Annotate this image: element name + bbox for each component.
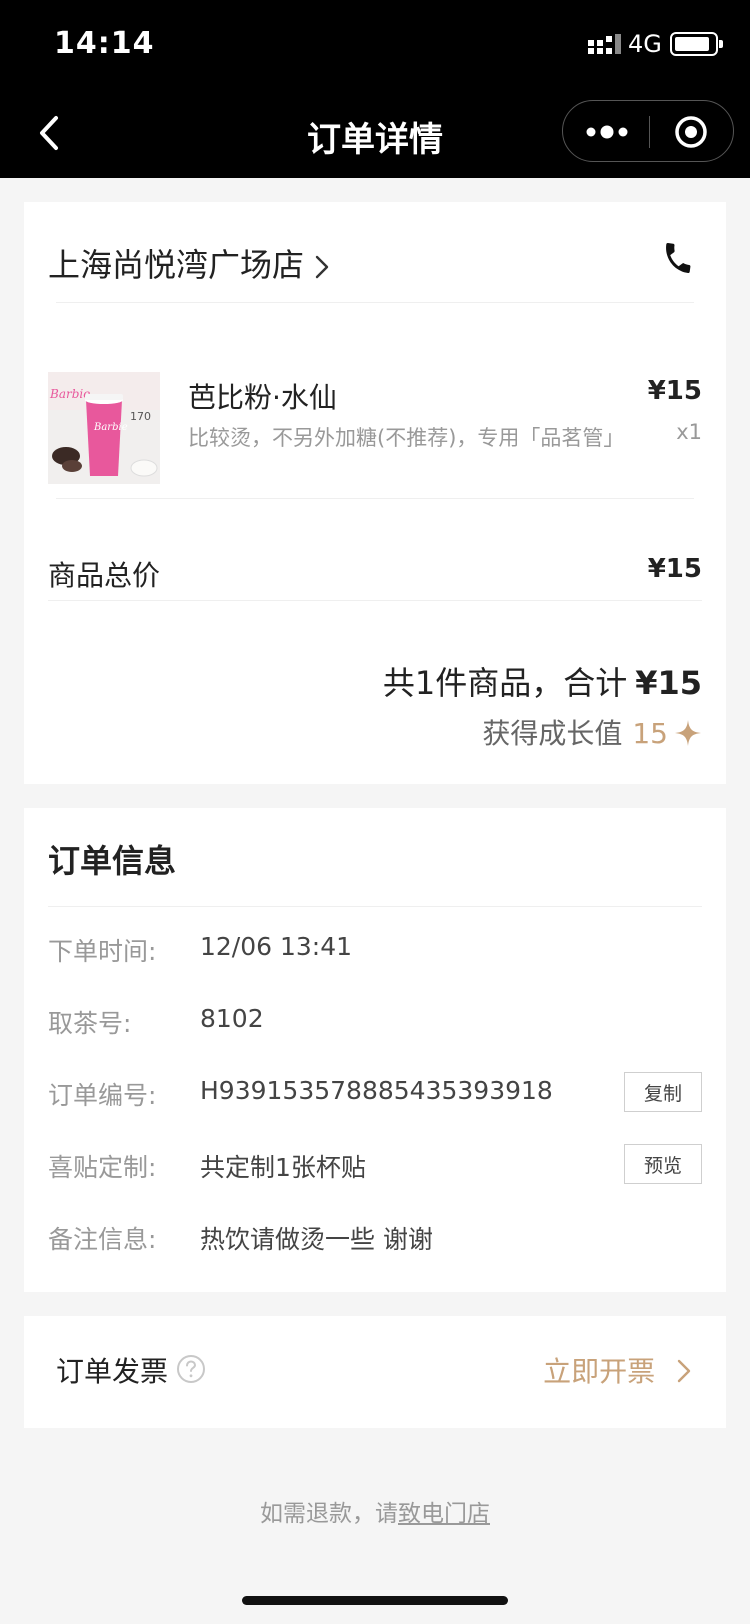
order-number-label: 订单编号: <box>48 1081 157 1110</box>
divider <box>56 302 694 303</box>
divider <box>56 498 694 499</box>
order-number-value: H939153578885435393918 <box>200 1076 553 1105</box>
battery-level <box>675 37 710 51</box>
home-indicator <box>242 1596 508 1605</box>
subtotal-label: 商品总价 <box>48 559 161 592</box>
info-row-order-time: 下单时间: 12/06 13:41 <box>48 922 702 972</box>
preview-button[interactable]: 预览 <box>624 1144 702 1184</box>
growth-value: 15 <box>632 717 668 750</box>
order-total-prefix: 共1件商品，合计 <box>382 664 628 702</box>
capsule-divider <box>649 116 650 148</box>
info-row-cup-sticker: 喜贴定制: 共定制1张杯贴 预览 <box>48 1138 702 1188</box>
chevron-right-icon <box>315 255 329 279</box>
svg-text:Barbie: Barbie <box>93 422 128 433</box>
info-row-remarks: 备注信息: 热饮请做烫一些 谢谢 <box>48 1210 702 1260</box>
store-name-text: 上海尚悦湾广场店 <box>48 246 305 284</box>
cup-sticker-value: 共定制1张杯贴 <box>200 1153 366 1182</box>
issue-invoice-label: 立即开票 <box>543 1355 656 1388</box>
pickup-number-value: 8102 <box>200 1004 264 1033</box>
barbie-logo-text: Barbie <box>49 387 90 401</box>
product-options: 比较烫，不另外加糖(不推荐)，专用「品茗管」 <box>188 426 625 450</box>
divider <box>48 906 702 907</box>
invoice-label: 订单发票 <box>56 1355 169 1388</box>
refund-note: 如需退款，请致电门店 <box>0 1494 750 1528</box>
order-card: 上海尚悦湾广场店 Barbie Barbie 170 芭比粉·水仙 比较烫，不另… <box>24 202 726 784</box>
pickup-number-label: 取茶号: <box>48 1009 132 1038</box>
cup-size-text: 170 <box>130 410 151 423</box>
call-store-link[interactable]: 致电门店 <box>398 1501 490 1527</box>
product-name: 芭比粉·水仙 <box>188 381 337 414</box>
refund-note-prefix: 如需退款，请 <box>260 1501 398 1527</box>
more-dots-icon[interactable] <box>581 116 633 148</box>
chevron-right-icon <box>677 1359 691 1383</box>
target-circle-icon[interactable] <box>673 114 709 150</box>
issue-invoice-button[interactable]: 立即开票 <box>543 1350 692 1390</box>
order-total-amount: ¥15 <box>635 664 702 702</box>
order-time-label: 下单时间: <box>48 937 157 966</box>
copy-button[interactable]: 复制 <box>624 1072 702 1112</box>
status-time: 14:14 <box>54 26 155 61</box>
remarks-value: 热饮请做烫一些 谢谢 <box>200 1225 433 1254</box>
question-mark-icon[interactable] <box>176 1354 206 1384</box>
product-image: Barbie Barbie 170 <box>48 372 160 484</box>
store-name: 上海尚悦湾广场店 <box>48 240 330 286</box>
cup-sticker-label: 喜贴定制: <box>48 1153 157 1182</box>
order-info-card: 订单信息 下单时间: 12/06 13:41 取茶号: 8102 订单编号: H… <box>24 808 726 1292</box>
nav-bar: 订单详情 <box>0 88 750 178</box>
order-total: 共1件商品，合计 ¥15 <box>383 658 702 704</box>
growth-points: 获得成长值 15 <box>482 712 702 752</box>
order-info-title: 订单信息 <box>48 842 177 880</box>
product-cup-illustration: Barbie Barbie 170 <box>48 372 160 484</box>
growth-label: 获得成长值 <box>482 717 623 750</box>
info-row-order-number: 订单编号: H939153578885435393918 复制 <box>48 1066 702 1116</box>
product-quantity: x1 <box>676 420 702 444</box>
mini-program-capsule <box>562 100 734 162</box>
product-price: ¥15 <box>647 376 702 406</box>
divider <box>48 600 702 601</box>
info-row-pickup-number: 取茶号: 8102 <box>48 994 702 1044</box>
sparkle-icon <box>675 720 701 746</box>
battery-icon <box>670 32 723 56</box>
network-type: 4G <box>628 30 662 58</box>
invoice-card: 订单发票 立即开票 <box>24 1316 726 1428</box>
signal-strength-icon <box>588 34 621 54</box>
status-bar: 14:14 4G <box>0 0 750 88</box>
phone-icon[interactable] <box>660 240 696 276</box>
order-time-value: 12/06 13:41 <box>200 932 353 961</box>
store-link[interactable]: 上海尚悦湾广场店 <box>48 232 702 288</box>
remarks-label: 备注信息: <box>48 1225 157 1254</box>
subtotal-value: ¥15 <box>647 554 702 584</box>
